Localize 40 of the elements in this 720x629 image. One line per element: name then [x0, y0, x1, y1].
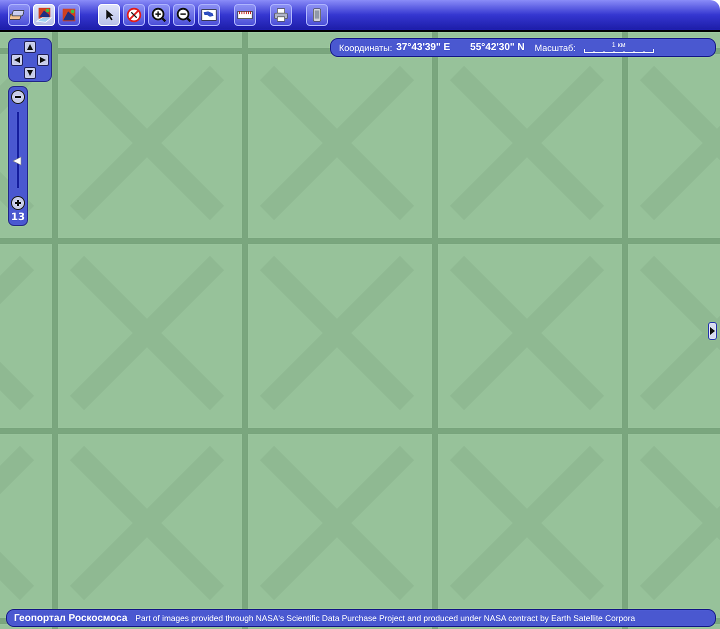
- zoom-level: 13: [11, 212, 25, 223]
- zoom-in-button[interactable]: [148, 4, 170, 26]
- pan-button[interactable]: [24, 41, 36, 53]
- up-arrow-icon: [26, 43, 34, 51]
- scale-bar-icon: [584, 49, 654, 53]
- map-button[interactable]: [198, 4, 220, 26]
- image-button[interactable]: [58, 4, 80, 26]
- printer-icon: [272, 6, 290, 24]
- layers-button[interactable]: [8, 4, 30, 26]
- right-arrow-icon: [39, 56, 47, 64]
- plus-icon: [13, 198, 23, 208]
- image-icon: [60, 6, 78, 24]
- image-layer-button[interactable]: [33, 4, 55, 26]
- coordinates-label: Координаты:: [339, 42, 392, 52]
- no-route-icon: [125, 6, 143, 24]
- printer-button[interactable]: [270, 4, 292, 26]
- site-title: Геопортал Роскосмоса: [14, 612, 128, 624]
- longitude-value: 37°43'39" E: [396, 42, 450, 53]
- zoom-in-icon: [150, 6, 168, 24]
- right-arrow-icon: [710, 327, 715, 335]
- image-layer-icon: [35, 6, 53, 24]
- down-arrow-icon: [26, 69, 34, 77]
- ruler-button[interactable]: [234, 4, 256, 26]
- zoom-out-button[interactable]: [173, 4, 195, 26]
- slider-thumb[interactable]: [12, 156, 22, 166]
- latitude-value: 55°42'30" N: [470, 42, 525, 53]
- no-route-button[interactable]: [123, 4, 145, 26]
- zoom-out-button[interactable]: [11, 90, 25, 104]
- left-arrow-icon: [13, 56, 21, 64]
- zoom-in-button[interactable]: [11, 196, 25, 210]
- pan-button[interactable]: [11, 54, 23, 66]
- device-button[interactable]: [306, 4, 328, 26]
- side-panel-button[interactable]: [708, 322, 717, 340]
- pan-button[interactable]: [37, 54, 49, 66]
- credit-text: Part of images provided through NASA's Scientific Data Purchase Project and produced under NASA contract by Earth Satellite Corpora: [135, 613, 636, 623]
- pointer-button[interactable]: [98, 4, 120, 26]
- pan-button[interactable]: [24, 67, 36, 79]
- zoom-out-icon: [175, 6, 193, 24]
- scale-label: Масштаб:: [534, 42, 576, 52]
- map-icon: [200, 6, 218, 24]
